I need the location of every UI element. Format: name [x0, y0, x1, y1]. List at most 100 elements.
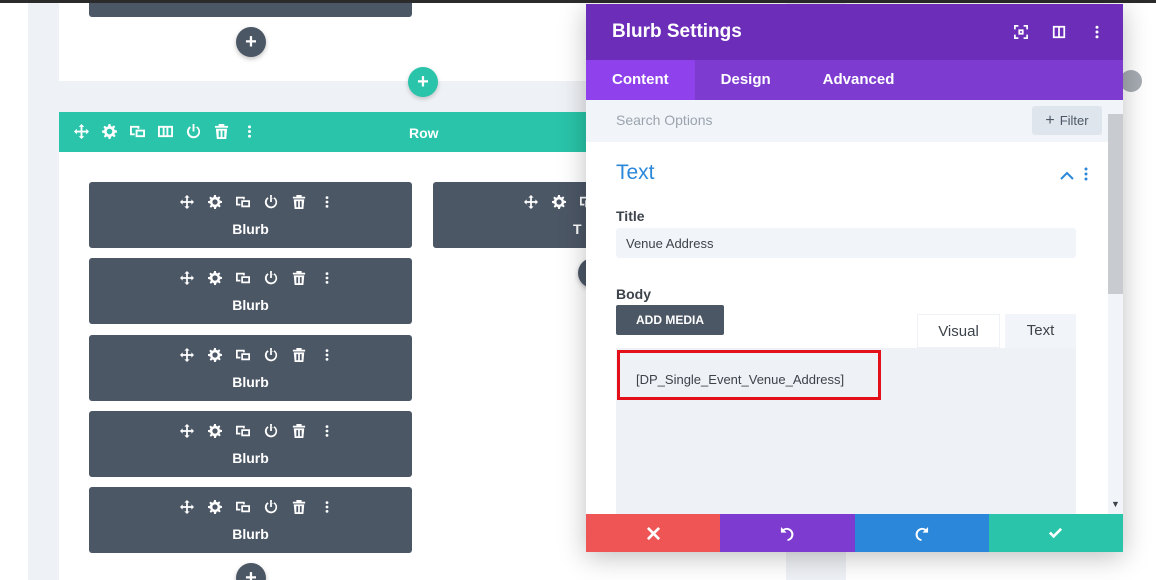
trash-icon[interactable]: [291, 499, 307, 515]
trash-icon[interactable]: [213, 123, 229, 139]
more-icon[interactable]: [1084, 167, 1088, 186]
more-icon[interactable]: [319, 423, 335, 439]
move-icon[interactable]: [523, 194, 539, 210]
panel-title: Blurb Settings: [612, 21, 742, 42]
body-label: Body: [616, 286, 651, 302]
tab-visual[interactable]: Visual: [917, 314, 1000, 348]
duplicate-icon[interactable]: [235, 347, 251, 363]
check-icon: [1049, 527, 1063, 538]
row-label: Row: [409, 125, 439, 141]
search-bar: + Filter: [586, 100, 1123, 142]
move-icon[interactable]: [179, 499, 195, 515]
module-toolbar: [179, 270, 335, 286]
move-icon[interactable]: [179, 270, 195, 286]
section-icons: [1060, 167, 1088, 186]
scroll-down-icon[interactable]: ▼: [1111, 500, 1120, 509]
gear-icon[interactable]: [101, 123, 117, 139]
body-content: [DP_Single_Event_Venue_Address]: [636, 372, 845, 387]
power-icon[interactable]: [263, 423, 279, 439]
filter-label: Filter: [1059, 113, 1089, 128]
scrollbar[interactable]: ▼: [1108, 114, 1123, 514]
module-toolbar: [179, 194, 335, 210]
blurb-module-4[interactable]: Blurb: [89, 411, 412, 477]
close-icon: [646, 526, 660, 540]
module-partial[interactable]: [89, 3, 412, 17]
body-editor[interactable]: [DP_Single_Event_Venue_Address]: [616, 348, 1076, 518]
panel-tabs: Content Design Advanced: [586, 60, 1123, 100]
blurb-module-1[interactable]: Blurb: [89, 182, 412, 248]
chevron-up-icon[interactable]: [1060, 168, 1074, 186]
cancel-button[interactable]: [586, 514, 721, 552]
gear-icon[interactable]: [207, 499, 223, 515]
power-icon[interactable]: [263, 347, 279, 363]
tab-text[interactable]: Text: [1005, 314, 1076, 348]
filter-button[interactable]: + Filter: [1032, 106, 1102, 135]
blurb-module-5[interactable]: Blurb: [89, 487, 412, 553]
scroll-thumb[interactable]: [1108, 114, 1123, 294]
search-input[interactable]: [602, 106, 1002, 134]
power-icon[interactable]: [263, 194, 279, 210]
title-label: Title: [616, 208, 645, 224]
duplicate-icon[interactable]: [235, 499, 251, 515]
add-media-button[interactable]: ADD MEDIA: [616, 305, 724, 335]
power-icon[interactable]: [185, 123, 201, 139]
trash-icon[interactable]: [291, 423, 307, 439]
move-icon[interactable]: [73, 123, 89, 139]
add-row-button[interactable]: +: [408, 67, 438, 97]
panel-header: Blurb Settings: [586, 4, 1123, 60]
module-toolbar: [179, 423, 335, 439]
sidebar-toggle-icon[interactable]: [1051, 24, 1067, 40]
more-icon[interactable]: [319, 270, 335, 286]
trash-icon[interactable]: [291, 347, 307, 363]
duplicate-icon[interactable]: [235, 423, 251, 439]
gear-icon[interactable]: [207, 270, 223, 286]
module-toolbar: [179, 347, 335, 363]
duplicate-icon[interactable]: [235, 194, 251, 210]
blurb-label: Blurb: [232, 526, 269, 542]
trash-icon[interactable]: [291, 270, 307, 286]
tab-content[interactable]: Content: [586, 60, 695, 100]
blurb-module-2[interactable]: Blurb: [89, 258, 412, 324]
more-icon[interactable]: [319, 194, 335, 210]
panel-footer: [586, 514, 1123, 552]
section-title[interactable]: Text: [616, 161, 655, 185]
expand-icon[interactable]: [1013, 24, 1029, 40]
blurb-label: Blurb: [232, 450, 269, 466]
title-field[interactable]: [616, 228, 1076, 258]
power-icon[interactable]: [263, 270, 279, 286]
tab-advanced[interactable]: Advanced: [797, 60, 921, 100]
panel-body: Text Title Body ADD MEDIA Visual Text [D…: [586, 142, 1108, 518]
blurb-settings-panel: Blurb Settings Content Design Advanced +…: [586, 4, 1123, 552]
gear-icon[interactable]: [207, 423, 223, 439]
save-button[interactable]: [988, 514, 1123, 552]
undo-button[interactable]: [720, 514, 855, 552]
plus-icon: +: [1045, 111, 1055, 129]
gear-icon[interactable]: [207, 194, 223, 210]
more-icon[interactable]: [319, 347, 335, 363]
columns-icon[interactable]: [157, 123, 173, 139]
power-icon[interactable]: [263, 499, 279, 515]
move-icon[interactable]: [179, 347, 195, 363]
blurb-label: Blurb: [232, 221, 269, 237]
duplicate-icon[interactable]: [235, 270, 251, 286]
duplicate-icon[interactable]: [129, 123, 145, 139]
move-icon[interactable]: [179, 194, 195, 210]
blurb-label: Blurb: [232, 374, 269, 390]
gear-icon[interactable]: [551, 194, 567, 210]
undo-icon: [780, 526, 794, 541]
redo-icon: [915, 526, 929, 541]
module-toolbar: [523, 194, 595, 210]
move-icon[interactable]: [179, 423, 195, 439]
trash-icon[interactable]: [291, 194, 307, 210]
more-icon[interactable]: [1089, 24, 1105, 40]
more-icon[interactable]: [319, 499, 335, 515]
blurb-label: Blurb: [232, 297, 269, 313]
more-icon[interactable]: [241, 123, 257, 139]
panel-header-icons: [1013, 24, 1105, 40]
add-module-button[interactable]: +: [236, 27, 266, 57]
gear-icon[interactable]: [207, 347, 223, 363]
blurb-module-3[interactable]: Blurb: [89, 335, 412, 401]
help-icon[interactable]: [1120, 70, 1142, 92]
redo-button[interactable]: [854, 514, 989, 552]
tab-design[interactable]: Design: [695, 60, 797, 100]
